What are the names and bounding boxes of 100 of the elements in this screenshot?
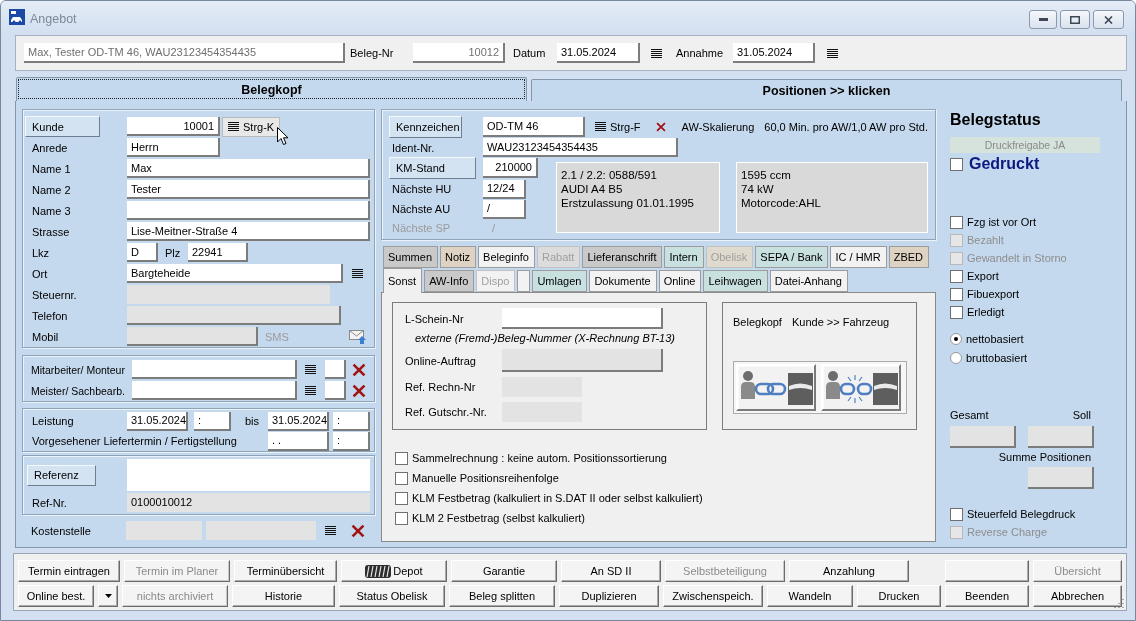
checkbox[interactable]	[395, 511, 408, 525]
input-field[interactable]	[325, 360, 346, 379]
tab[interactable]: Umlagen	[532, 270, 588, 292]
radio-button[interactable]	[950, 351, 962, 364]
unlink-button[interactable]	[821, 364, 901, 411]
checkbox[interactable]	[950, 157, 963, 171]
action-button[interactable]: Online best.	[18, 585, 94, 607]
action-button[interactable]: Drucken	[857, 585, 941, 607]
delete-icon[interactable]	[655, 121, 666, 132]
link-button[interactable]	[736, 364, 816, 411]
close-button[interactable]	[1093, 10, 1124, 29]
input-field[interactable]: 31.05.2024	[557, 43, 640, 63]
checkbox[interactable]	[395, 491, 408, 505]
tab[interactable]: Datei-Anhang	[769, 270, 848, 292]
input-field[interactable]: WAU23123454354435	[483, 138, 678, 157]
input-field[interactable]	[502, 308, 663, 329]
input-field[interactable]: D	[127, 243, 158, 262]
tab[interactable]: AW-Info	[424, 270, 475, 292]
input-field[interactable]: 31.05.2024	[127, 411, 188, 431]
resize-grip-icon[interactable]	[1114, 598, 1124, 608]
input-field[interactable]	[325, 381, 346, 400]
tab[interactable]: SEPA / Bank	[755, 246, 829, 268]
action-button[interactable]: Abbrechen	[1033, 585, 1122, 607]
customer-button[interactable]: Kunde	[25, 116, 100, 137]
action-button[interactable]: Anzahlung	[789, 560, 909, 582]
input-field[interactable]: Herrn	[127, 138, 220, 157]
checkbox[interactable]	[395, 471, 408, 485]
delete-icon[interactable]	[352, 383, 366, 398]
field-label: Ort	[32, 267, 48, 280]
tab[interactable]: ZBED	[888, 246, 930, 268]
list-icon[interactable]	[352, 269, 363, 278]
tab[interactable]: Summen	[383, 246, 439, 268]
input-field[interactable]: Lise-Meitner-Straße 4	[127, 222, 370, 241]
radio-button[interactable]	[950, 332, 962, 345]
checkbox[interactable]	[950, 269, 963, 283]
action-button[interactable]: Depot	[341, 560, 447, 582]
tab[interactable]: Positionen >> klicken	[531, 79, 1122, 101]
tab[interactable]: Leihwagen	[703, 270, 768, 292]
checkbox[interactable]	[950, 287, 963, 301]
license-plate-button[interactable]: Kennzeichen	[389, 115, 462, 138]
input-field[interactable]: :	[333, 431, 370, 451]
input-field[interactable]: 22941	[188, 243, 248, 262]
input-field[interactable]: Tester	[127, 180, 370, 199]
tab[interactable]: Lieferanschrift	[582, 246, 663, 268]
lookup-button[interactable]: Strg-F	[595, 116, 641, 137]
delete-icon[interactable]	[351, 523, 365, 538]
sms-label: SMS	[265, 330, 289, 343]
person-link-car-icon	[739, 366, 813, 409]
input-field[interactable]: Max	[127, 159, 370, 178]
action-button[interactable]: Beleg splitten	[449, 585, 555, 607]
input-field[interactable]: 31.05.2024	[733, 43, 815, 63]
action-button[interactable]: Beenden	[945, 585, 1029, 607]
input-field[interactable]: Bargteheide	[127, 264, 343, 283]
envelope-icon[interactable]	[349, 329, 366, 344]
list-icon[interactable]	[827, 48, 838, 58]
action-button[interactable]: Duplizieren	[559, 585, 659, 607]
input-field[interactable]: 12/24	[483, 179, 526, 199]
input-field[interactable]	[132, 360, 297, 379]
lookup-button[interactable]: Strg-K	[222, 116, 281, 137]
action-button[interactable]: Zwischenspeich.	[663, 585, 763, 607]
input-field[interactable]: 31.05.2024	[268, 411, 329, 431]
checkbox[interactable]	[395, 451, 408, 465]
input-field[interactable]: :	[333, 411, 370, 431]
action-button[interactable]: Terminübersicht	[234, 560, 337, 582]
tab[interactable]: Dokumente	[589, 270, 657, 292]
list-icon[interactable]	[305, 386, 316, 395]
tab[interactable]: Online	[658, 270, 702, 292]
tab[interactable]: IC / HMR	[830, 246, 887, 268]
minimize-button[interactable]	[1029, 10, 1057, 29]
dropdown-button[interactable]	[98, 585, 118, 607]
mileage-button[interactable]: KM-Stand	[389, 157, 476, 179]
list-icon[interactable]	[305, 365, 316, 374]
checkbox[interactable]	[950, 305, 963, 319]
checkbox[interactable]	[950, 507, 963, 521]
action-button[interactable]: Wandeln	[767, 585, 853, 607]
tab[interactable]: Notiz	[440, 246, 477, 268]
input-field[interactable]: :	[194, 411, 231, 431]
input-field[interactable]: OD-TM 46	[483, 116, 585, 137]
tab[interactable]: Intern	[664, 246, 704, 268]
list-icon[interactable]	[325, 526, 336, 535]
action-button[interactable]: Garantie	[451, 560, 557, 582]
delete-icon[interactable]	[352, 362, 366, 377]
reference-button[interactable]: Referenz	[27, 464, 96, 486]
action-button[interactable]: Status Obelisk	[339, 585, 445, 607]
input-field[interactable]	[127, 201, 370, 220]
input-field[interactable]: /	[483, 199, 526, 219]
input-field[interactable]: 210000	[483, 158, 538, 178]
action-button[interactable]: Historie	[232, 585, 335, 607]
tab[interactable]: Beleginfo	[478, 246, 535, 268]
tab[interactable]: Sonst	[383, 268, 423, 293]
action-button[interactable]: Termin eintragen	[18, 560, 120, 582]
tab[interactable]: Belegkopf	[16, 77, 527, 101]
action-button[interactable]: An SD II	[561, 560, 661, 582]
input-field[interactable]: . .	[268, 431, 329, 451]
input-field[interactable]	[132, 381, 297, 400]
input-field[interactable]: 10001	[127, 117, 220, 136]
list-icon[interactable]	[651, 48, 662, 58]
maximize-button[interactable]	[1060, 10, 1090, 29]
empty-button[interactable]	[945, 560, 1029, 582]
checkbox[interactable]	[950, 215, 963, 229]
